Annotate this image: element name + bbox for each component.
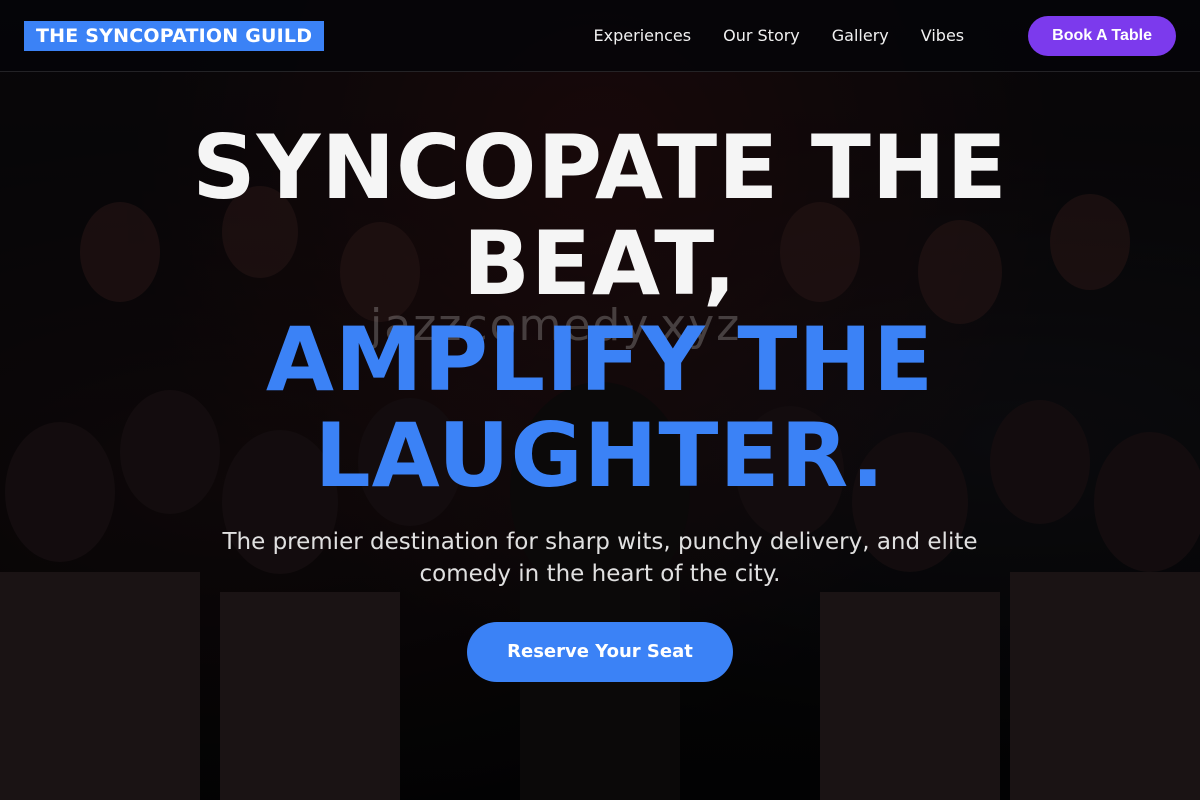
navbar: THE SYNCOPATION GUILD Experiences Our St… xyxy=(0,0,1200,72)
hero-title: SYNCOPATE THE BEAT, AMPLIFY THE LAUGHTER… xyxy=(150,120,1050,504)
nav-link-vibes[interactable]: Vibes xyxy=(921,26,964,45)
nav-link-experiences[interactable]: Experiences xyxy=(594,26,692,45)
nav-link-our-story[interactable]: Our Story xyxy=(723,26,800,45)
site-logo[interactable]: THE SYNCOPATION GUILD xyxy=(24,20,325,51)
nav-links: Experiences Our Story Gallery Vibes Book… xyxy=(594,15,1176,56)
nav-link-gallery[interactable]: Gallery xyxy=(832,26,889,45)
page: THE SYNCOPATION GUILD Experiences Our St… xyxy=(0,0,1200,800)
hero-section: SYNCOPATE THE BEAT, AMPLIFY THE LAUGHTER… xyxy=(0,72,1200,800)
hero-title-line2: AMPLIFY THE LAUGHTER. xyxy=(265,308,935,507)
hero-title-line1: SYNCOPATE THE BEAT, xyxy=(192,116,1008,315)
reserve-seat-button[interactable]: Reserve Your Seat xyxy=(467,622,733,682)
hero-subtitle: The premier destination for sharp wits, … xyxy=(222,529,978,587)
book-table-button[interactable]: Book A Table xyxy=(1028,15,1176,56)
